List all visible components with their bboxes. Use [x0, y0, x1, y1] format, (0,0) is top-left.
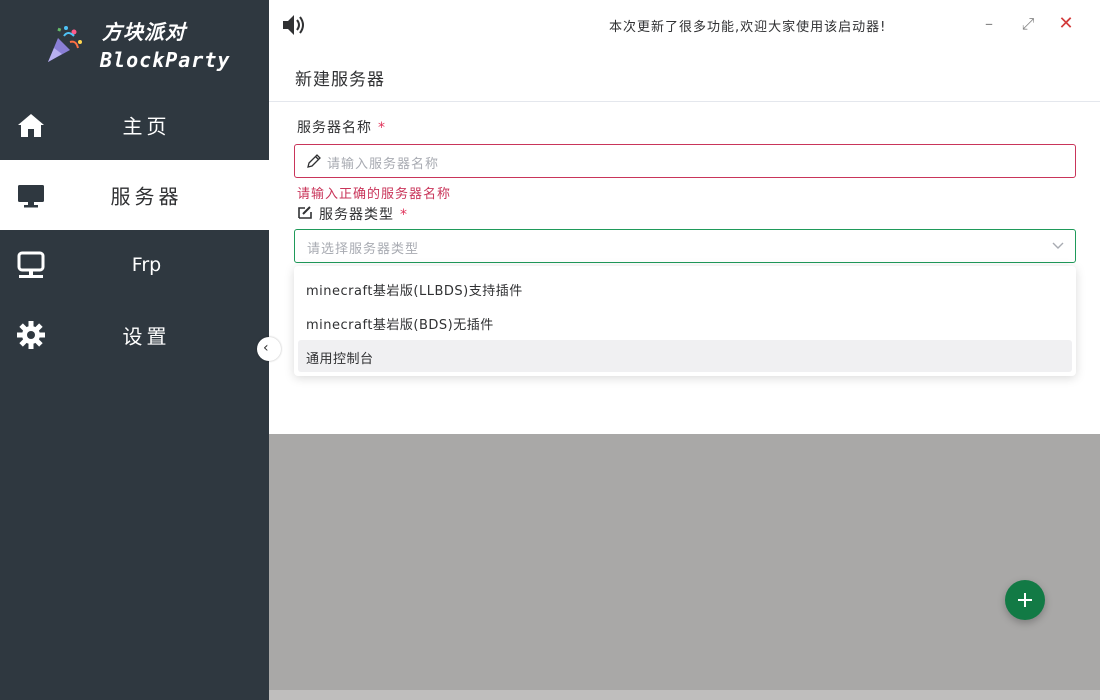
sidebar-item-label: 主页 — [122, 114, 171, 139]
speaker-icon[interactable] — [281, 12, 307, 38]
app-logo: 方块派对 BlockParty — [0, 0, 269, 90]
chevron-down-icon — [1052, 242, 1064, 249]
logo-subtitle: BlockParty — [100, 48, 231, 72]
close-button[interactable]: ✕ — [1056, 14, 1076, 34]
server-name-label-text: 服务器名称 — [297, 120, 372, 136]
update-notice: 本次更新了很多功能,欢迎大家使用该启动器! — [609, 20, 887, 35]
plus-icon — [1018, 593, 1032, 607]
sidebar-item-server[interactable]: 服务器 — [0, 160, 269, 230]
pencil-icon — [307, 154, 321, 168]
option-label: minecraft基岩版(BDS)无插件 — [306, 318, 494, 333]
maximize-button[interactable]: ⤢ — [1018, 14, 1038, 34]
sidebar-item-frp[interactable]: Frp — [0, 230, 269, 300]
edit-box-icon — [298, 206, 312, 219]
app-window: 方块派对 BlockParty 主页 服务器 Frp 设置 ‹ 本次更新了很多功… — [0, 0, 1100, 700]
server-type-option-console[interactable]: 通用控制台 — [298, 340, 1072, 372]
server-type-dropdown: minecraft基岩版(LLBDS)支持插件 minecraft基岩版(BDS… — [294, 266, 1076, 376]
server-type-placeholder: 请选择服务器类型 — [307, 242, 420, 257]
dialog-header: 新建服务器 — [269, 50, 1100, 102]
title-bar: 本次更新了很多功能,欢迎大家使用该启动器! – ⤢ ✕ — [269, 0, 1100, 50]
minimize-button[interactable]: – — [979, 14, 999, 34]
party-popper-icon — [48, 26, 82, 62]
sidebar-item-label: Frp — [131, 254, 162, 276]
sidebar-item-settings[interactable]: 设置 — [0, 300, 269, 370]
server-type-label-text: 服务器类型 — [319, 207, 394, 223]
server-type-select[interactable]: 请选择服务器类型 — [294, 229, 1076, 263]
bottom-scrollbar — [269, 690, 1100, 700]
logo-title: 方块派对 — [102, 20, 186, 44]
new-server-dialog: 新建服务器 服务器名称 * 请输入服务器名称 请输入正确的服务器名称 服务器类型 * — [269, 50, 1100, 434]
required-mark: * — [378, 120, 386, 136]
server-type-option-bds[interactable]: minecraft基岩版(BDS)无插件 — [298, 306, 1072, 338]
add-server-button[interactable] — [1005, 580, 1045, 620]
server-name-label: 服务器名称 * — [297, 117, 386, 137]
sidebar-item-label: 服务器 — [110, 184, 183, 209]
option-label: minecraft基岩版(LLBDS)支持插件 — [306, 284, 523, 299]
sidebar: 方块派对 BlockParty 主页 服务器 Frp 设置 — [0, 0, 269, 700]
option-label: 通用控制台 — [306, 352, 374, 367]
server-name-error: 请输入正确的服务器名称 — [297, 187, 452, 202]
required-mark: * — [400, 207, 408, 223]
sidebar-item-home[interactable]: 主页 — [0, 90, 269, 160]
server-type-label: 服务器类型 * — [319, 204, 408, 224]
server-name-input[interactable]: 请输入服务器名称 — [294, 144, 1076, 178]
server-name-placeholder: 请输入服务器名称 — [327, 157, 440, 172]
sidebar-collapse-button[interactable]: ‹ — [257, 337, 281, 361]
dialog-title: 新建服务器 — [295, 70, 385, 90]
sidebar-item-label: 设置 — [122, 324, 171, 349]
server-type-option-llbds[interactable]: minecraft基岩版(LLBDS)支持插件 — [298, 272, 1072, 304]
